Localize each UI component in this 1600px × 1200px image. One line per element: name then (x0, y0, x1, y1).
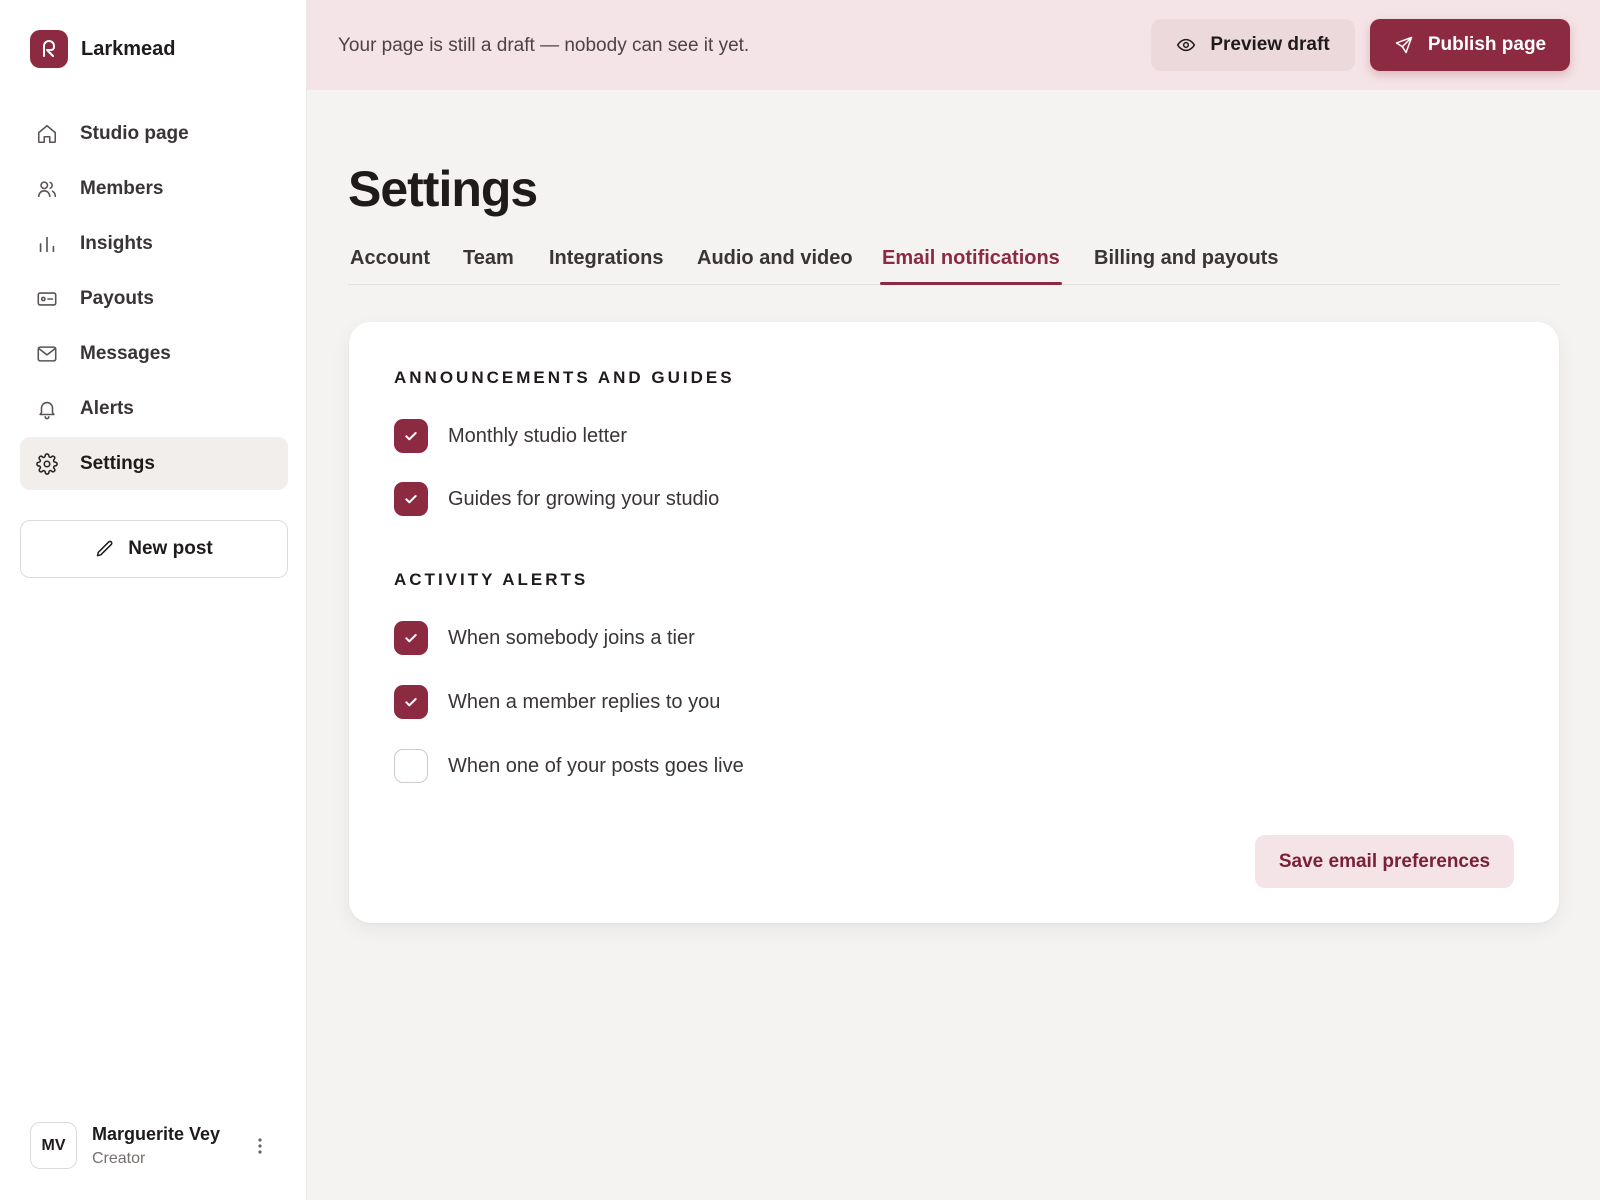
tab-billing-and-payouts[interactable]: Billing and payouts (1094, 247, 1278, 270)
sidebar-item-label: Insights (80, 232, 153, 254)
checkbox-unchecked[interactable] (394, 749, 428, 783)
tab-team[interactable]: Team (463, 247, 514, 270)
bell-icon (39, 401, 55, 419)
draft-banner: Your page is still a draft — nobody can … (307, 0, 1600, 90)
gear-icon (36, 452, 58, 475)
user-info: Marguerite Vey Creator (92, 1124, 220, 1168)
brand-logo-icon (30, 30, 68, 68)
sidebar-item-messages[interactable]: Messages (20, 327, 288, 380)
option-post-goes-live[interactable]: When one of your posts goes live (394, 749, 744, 783)
tab-audio-and-video[interactable]: Audio and video (697, 247, 853, 270)
sidebar-item-label: Payouts (80, 287, 154, 309)
new-post-button[interactable]: New post (20, 520, 288, 578)
option-label: When one of your posts goes live (448, 754, 744, 777)
new-post-label: New post (128, 538, 213, 559)
rocket-icon (1395, 36, 1413, 54)
more-vertical-icon[interactable] (248, 1132, 272, 1160)
publish-page-button[interactable]: Publish page (1370, 19, 1570, 71)
sidebar-item-label: Studio page (80, 122, 189, 144)
sidebar-item-alerts[interactable]: Alerts (20, 382, 288, 435)
brand-name: Larkmead (81, 37, 176, 60)
sidebar-item-payouts[interactable]: Payouts (20, 272, 288, 325)
user-profile[interactable]: MV Marguerite Vey Creator (30, 1122, 280, 1169)
pencil-icon (97, 540, 113, 557)
checkbox-checked[interactable] (394, 419, 428, 453)
email-preferences-card: ANNOUNCEMENTS AND GUIDES Monthly studio … (349, 322, 1559, 923)
checkbox-checked[interactable] (394, 482, 428, 516)
user-name: Marguerite Vey (92, 1123, 221, 1144)
sidebar-item-label: Alerts (80, 397, 134, 419)
sidebar-item-label: Members (80, 177, 164, 199)
tab-integrations[interactable]: Integrations (549, 247, 663, 270)
sidebar-item-insights[interactable]: Insights (20, 217, 288, 270)
settings-tabs: Account Team Integrations Audio and vide… (348, 240, 1560, 285)
tab-email-notifications[interactable]: Email notifications (882, 247, 1060, 270)
option-label: When a member replies to you (448, 690, 721, 713)
preview-draft-label: Preview draft (1210, 34, 1330, 55)
members-icon (37, 180, 57, 197)
checkbox-checked[interactable] (394, 685, 428, 719)
check-icon (405, 432, 417, 441)
section-title-announcements: ANNOUNCEMENTS AND GUIDES (394, 368, 735, 387)
check-icon (405, 495, 417, 504)
payouts-icon (37, 291, 57, 306)
option-label: When somebody joins a tier (448, 626, 695, 649)
check-icon (405, 698, 417, 707)
mail-icon (37, 345, 57, 362)
publish-page-label: Publish page (1427, 34, 1547, 55)
section-title-activity-alerts: ACTIVITY ALERTS (394, 570, 589, 589)
option-monthly-studio-letter[interactable]: Monthly studio letter (394, 419, 627, 453)
check-icon (405, 634, 417, 643)
active-tab-indicator (880, 282, 1062, 285)
avatar: MV (30, 1122, 77, 1169)
draft-banner-text: Your page is still a draft — nobody can … (338, 35, 750, 56)
preview-draft-button[interactable]: Preview draft (1151, 19, 1355, 71)
sidebar-item-label: Settings (80, 452, 155, 474)
home-icon (37, 124, 57, 143)
save-email-preferences-button[interactable]: Save email preferences (1255, 835, 1514, 888)
sidebar-item-studio-page[interactable]: Studio page (20, 107, 288, 160)
sidebar-item-label: Messages (80, 342, 171, 364)
option-somebody-joins-tier[interactable]: When somebody joins a tier (394, 621, 695, 655)
sidebar-item-members[interactable]: Members (20, 162, 288, 215)
tab-account[interactable]: Account (350, 247, 430, 270)
eye-icon (1177, 38, 1196, 52)
checkbox-checked[interactable] (394, 621, 428, 655)
option-label: Monthly studio letter (448, 424, 627, 447)
option-guides-for-growing[interactable]: Guides for growing your studio (394, 482, 719, 516)
sidebar-nav: Studio page Members Insights Payouts Mes… (20, 107, 288, 492)
user-role: Creator (92, 1149, 146, 1167)
sidebar: Larkmead Studio page Members Insights Pa… (0, 0, 307, 1200)
brand[interactable]: Larkmead (30, 30, 176, 68)
page-title: Settings (348, 161, 538, 217)
option-member-replies[interactable]: When a member replies to you (394, 685, 720, 719)
option-label: Guides for growing your studio (448, 487, 720, 510)
sidebar-item-settings[interactable]: Settings (20, 437, 288, 490)
bar-chart-icon (39, 236, 55, 252)
